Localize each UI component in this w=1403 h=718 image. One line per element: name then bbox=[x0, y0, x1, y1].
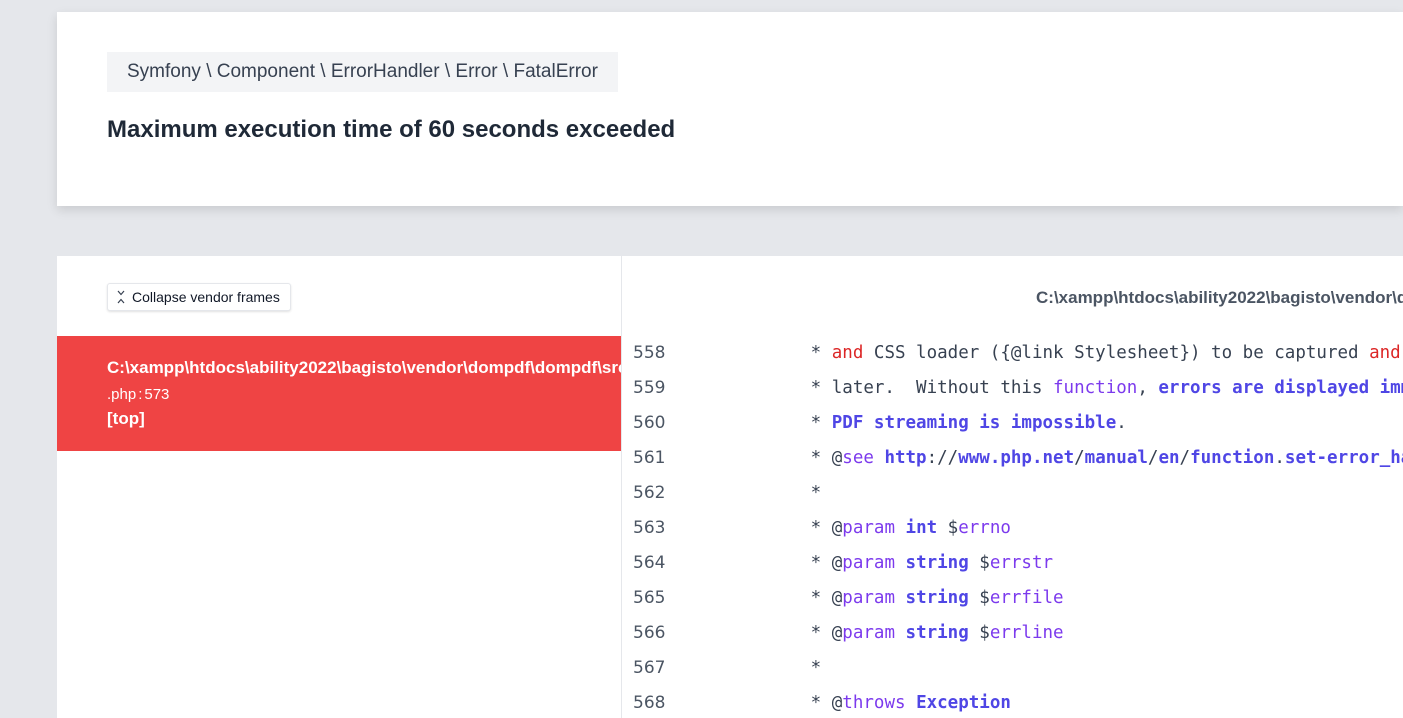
frame-file-extension: .php bbox=[107, 386, 137, 403]
code-line: 562 * bbox=[623, 476, 1403, 511]
code-token: / bbox=[1147, 448, 1159, 468]
code-token: errfile bbox=[989, 588, 1064, 608]
code-line: 567 * bbox=[623, 651, 1403, 686]
code-token: PDF streaming is impossible bbox=[831, 413, 1117, 433]
code-token: http bbox=[884, 448, 927, 468]
code-token: * later. Without this bbox=[758, 378, 1054, 398]
code-token: string bbox=[905, 623, 969, 643]
code-token: * bbox=[758, 658, 822, 678]
line-number[interactable]: 564 bbox=[623, 546, 758, 581]
code-token: * @ bbox=[758, 518, 843, 538]
code-token: :// bbox=[926, 448, 959, 468]
code-token: set-error_handler bbox=[1284, 448, 1403, 468]
stack-frame-selected[interactable]: C:\xampp\htdocs\ability2022\bagisto\vend… bbox=[57, 336, 621, 451]
exception-class[interactable]: Symfony \ Component \ ErrorHandler \ Err… bbox=[107, 52, 618, 92]
frame-file-line: .php:573 bbox=[107, 386, 169, 403]
line-number[interactable]: 567 bbox=[623, 651, 758, 686]
code-token: www.php.net bbox=[958, 448, 1075, 468]
frame-line-separator: : bbox=[138, 386, 143, 403]
line-number[interactable]: 568 bbox=[623, 686, 758, 718]
frame-method: [top] bbox=[107, 409, 145, 428]
code-line: 561 * @see http://www.php.net/manual/en/… bbox=[623, 441, 1403, 476]
code-viewer: C:\xampp\htdocs\ability2022\bagisto\vend… bbox=[623, 256, 1403, 718]
code-token: param bbox=[842, 588, 895, 608]
code-line: 563 * @param int $errno bbox=[623, 511, 1403, 546]
code-line: 559 * later. Without this function, erro… bbox=[623, 371, 1403, 406]
code-token: * bbox=[758, 483, 822, 503]
code-token: and bbox=[1369, 343, 1401, 363]
code-line: 568 * @throws Exception bbox=[623, 686, 1403, 718]
code-line: 564 * @param string $errstr bbox=[623, 546, 1403, 581]
exception-header: Symfony \ Component \ ErrorHandler \ Err… bbox=[57, 12, 1403, 206]
line-number[interactable]: 566 bbox=[623, 616, 758, 651]
code-token: * @ bbox=[758, 693, 843, 713]
code-token: . bbox=[1116, 413, 1127, 433]
code-token: CSS loader ({@link Stylesheet}) to be ca… bbox=[863, 343, 1370, 363]
line-number[interactable]: 563 bbox=[623, 511, 758, 546]
code-token: param bbox=[842, 518, 895, 538]
code-token: / bbox=[1179, 448, 1191, 468]
code-lines: 558 * and CSS loader ({@link Stylesheet}… bbox=[623, 336, 1403, 718]
code-token: * @ bbox=[758, 588, 843, 608]
code-token: throws bbox=[842, 693, 906, 713]
line-number[interactable]: 559 bbox=[623, 371, 758, 406]
exception-message: Maximum execution time of 60 seconds exc… bbox=[107, 116, 676, 143]
code-token: * @ bbox=[758, 553, 843, 573]
code-token: errline bbox=[989, 623, 1064, 643]
line-number[interactable]: 565 bbox=[623, 581, 758, 616]
code-token: Exception bbox=[916, 693, 1011, 713]
frame-line-number: 573 bbox=[144, 386, 170, 403]
code-token: string bbox=[905, 588, 969, 608]
code-token: * bbox=[758, 343, 832, 363]
collapse-arrows-icon bbox=[117, 290, 125, 304]
code-token: $ bbox=[968, 623, 990, 643]
code-token: , bbox=[1137, 378, 1159, 398]
collapse-vendor-frames-label: Collapse vendor frames bbox=[132, 289, 280, 305]
code-token: / bbox=[1074, 448, 1085, 468]
code-token: param bbox=[842, 623, 895, 643]
line-number[interactable]: 560 bbox=[623, 406, 758, 441]
code-token: errstr bbox=[989, 553, 1054, 573]
code-token: and bbox=[831, 343, 864, 363]
stack-trace-panel: Collapse vendor frames C:\xampp\htdocs\a… bbox=[57, 256, 1403, 718]
code-token: function bbox=[1190, 448, 1275, 468]
code-line: 566 * @param string $errline bbox=[623, 616, 1403, 651]
frame-file-path: C:\xampp\htdocs\ability2022\bagisto\vend… bbox=[107, 358, 621, 377]
collapse-vendor-frames-button[interactable]: Collapse vendor frames bbox=[107, 283, 291, 311]
code-line: 565 * @param string $errfile bbox=[623, 581, 1403, 616]
line-number[interactable]: 558 bbox=[623, 336, 758, 371]
code-token: $ bbox=[968, 553, 990, 573]
code-token: en bbox=[1158, 448, 1180, 468]
code-token: manual bbox=[1084, 448, 1148, 468]
code-token: see bbox=[842, 448, 874, 468]
code-line: 558 * and CSS loader ({@link Stylesheet}… bbox=[623, 336, 1403, 371]
frames-sidebar: Collapse vendor frames C:\xampp\htdocs\a… bbox=[57, 256, 622, 718]
code-token: errno bbox=[958, 518, 1011, 538]
code-token: param bbox=[842, 553, 895, 573]
code-token: $ bbox=[968, 588, 990, 608]
code-token: string bbox=[905, 553, 969, 573]
code-file-path[interactable]: C:\xampp\htdocs\ability2022\bagisto\vend… bbox=[1036, 288, 1403, 308]
code-line: 560 * PDF streaming is impossible. bbox=[623, 406, 1403, 441]
line-number[interactable]: 561 bbox=[623, 441, 758, 476]
code-token: . bbox=[1274, 448, 1285, 468]
code-token: function bbox=[1053, 378, 1138, 398]
code-token: $ bbox=[937, 518, 959, 538]
code-token: errors are displayed immediately bbox=[1158, 378, 1403, 398]
code-token: * @ bbox=[758, 623, 843, 643]
code-token: * bbox=[758, 413, 832, 433]
code-token: * @ bbox=[758, 448, 843, 468]
line-number[interactable]: 562 bbox=[623, 476, 758, 511]
code-token: int bbox=[905, 518, 938, 538]
